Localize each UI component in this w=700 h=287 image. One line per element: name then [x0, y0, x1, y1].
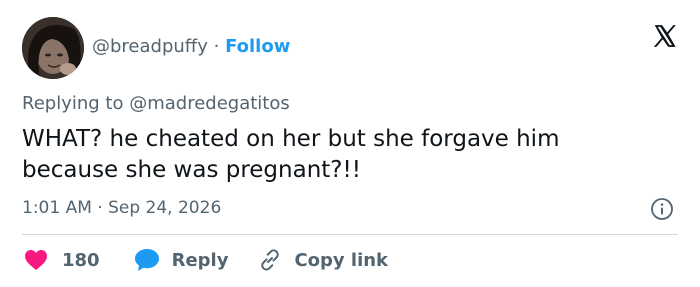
x-logo-icon[interactable] — [652, 23, 678, 49]
heart-icon — [25, 250, 47, 270]
replying-mention[interactable]: @madredegatitos — [129, 93, 290, 114]
tweet-meta[interactable]: 1:01 AM · Sep 24, 2026 — [22, 198, 221, 218]
author-row: @breadpuffy · Follow — [92, 36, 290, 58]
tweet-text: WHAT? he cheated on her but she forgave … — [22, 126, 560, 183]
speech-bubble-icon — [134, 249, 159, 271]
separator-dot: · — [213, 36, 220, 57]
info-icon[interactable] — [650, 197, 674, 221]
copy-link-button[interactable]: Copy link — [258, 248, 388, 272]
avatar[interactable] — [22, 17, 84, 79]
like-button[interactable]: 180 — [24, 249, 100, 271]
link-icon — [261, 249, 280, 271]
reply-label: Reply — [171, 249, 229, 271]
tweet-date: Sep 24, 2026 — [108, 198, 222, 218]
action-bar: 180 Reply Copy link — [24, 246, 388, 274]
follow-button[interactable]: Follow — [225, 36, 290, 57]
replying-to: Replying to @madredegatitos — [22, 93, 290, 114]
divider — [22, 234, 678, 235]
copy-link-label: Copy link — [294, 249, 389, 271]
reply-button[interactable]: Reply — [134, 248, 229, 272]
author-handle[interactable]: @breadpuffy — [92, 36, 208, 57]
tweet-time: 1:01 AM — [22, 198, 92, 218]
like-count: 180 — [62, 249, 100, 271]
replying-prefix: Replying to — [22, 93, 124, 114]
meta-separator: · — [97, 198, 103, 218]
